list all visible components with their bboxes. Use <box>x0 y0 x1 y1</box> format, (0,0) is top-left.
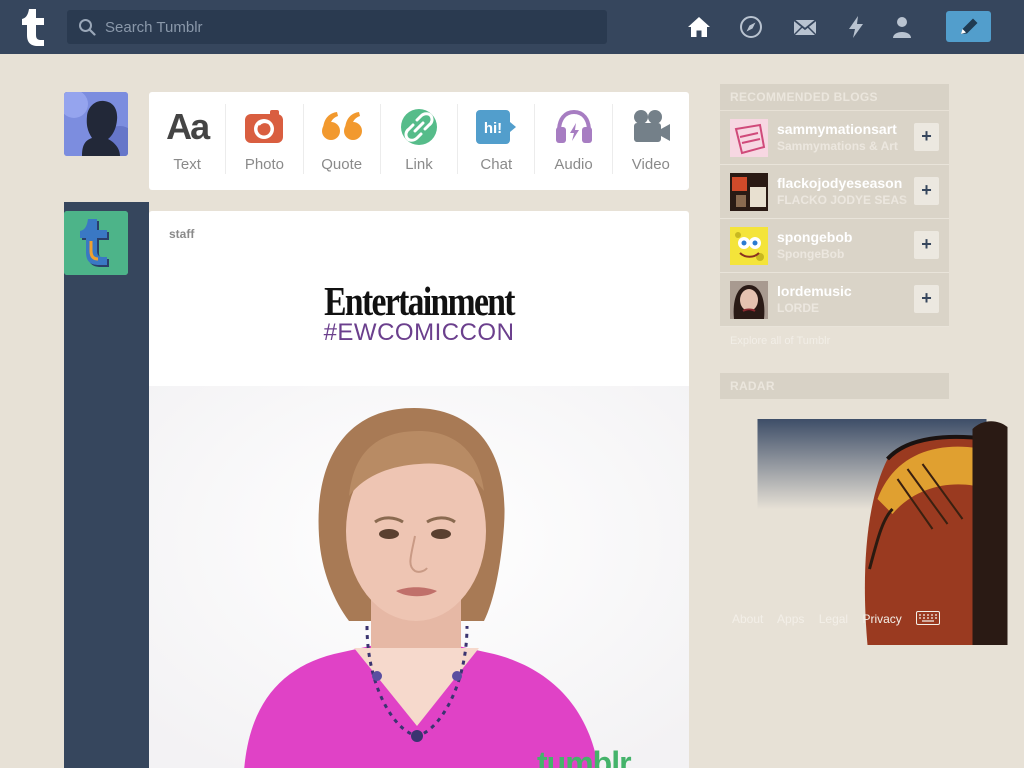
post-type-label: Photo <box>244 156 285 173</box>
top-navigation-bar <box>0 0 1024 54</box>
post-type-label: Video <box>631 156 670 173</box>
footer-link-legal[interactable]: Legal <box>819 612 848 626</box>
recommended-blogs-heading: RECOMMENDED BLOGS <box>720 84 949 110</box>
blog-avatar <box>730 119 768 157</box>
blog-name: flackojodyeseason <box>777 175 903 191</box>
recommended-blog-item[interactable]: sammymationsart Sammymations & Art + <box>720 111 949 165</box>
home-icon[interactable] <box>687 15 711 39</box>
link-icon <box>400 109 437 145</box>
account-person-icon[interactable] <box>890 15 914 39</box>
headphones-icon <box>555 109 592 143</box>
search-icon <box>79 19 96 36</box>
recommended-blog-item[interactable]: spongebob SpongeBob + <box>720 219 949 273</box>
compose-post-button[interactable] <box>946 11 991 42</box>
post-type-label: Quote <box>321 156 363 173</box>
tumblr-logo-icon[interactable] <box>17 7 49 47</box>
footer-links: About Apps Legal Privacy <box>732 612 913 626</box>
follow-button[interactable]: + <box>914 177 939 205</box>
blog-title: LORDE <box>777 301 819 315</box>
avatar-silhouette-icon <box>64 92 128 156</box>
post-type-label: Link <box>405 156 433 173</box>
post-type-photo[interactable]: Photo <box>226 104 304 174</box>
follow-button[interactable]: + <box>914 123 939 151</box>
post-type-audio[interactable]: Audio <box>535 104 613 174</box>
footer-link-apps[interactable]: Apps <box>777 612 804 626</box>
dashboard-post: staff Entertainment #EWCOMICCON tumblr <box>149 211 689 768</box>
explore-compass-icon[interactable] <box>739 15 763 39</box>
text-aa-icon: Aa <box>166 106 210 147</box>
post-type-selector: Aa Text Photo Quote Link hi! Chat Audio … <box>149 92 689 190</box>
footer-link-about[interactable]: About <box>732 612 763 626</box>
recommended-blog-item[interactable]: flackojodyeseason FLACKO JODYE SEASON + <box>720 165 949 219</box>
chat-bubble-icon: hi! <box>476 110 517 144</box>
blog-title: Sammymations & Art <box>777 139 898 153</box>
blog-name: lordemusic <box>777 283 852 299</box>
video-camera-icon <box>633 110 670 142</box>
recommended-blog-item[interactable]: lordemusic LORDE + <box>720 273 949 327</box>
blog-name: spongebob <box>777 229 853 245</box>
post-type-link[interactable]: Link <box>381 104 459 174</box>
pencil-icon <box>961 18 978 34</box>
post-type-label: Audio <box>554 156 593 173</box>
activity-lightning-icon[interactable] <box>844 15 868 39</box>
post-type-quote[interactable]: Quote <box>304 104 381 174</box>
explore-all-link[interactable]: Explore all of Tumblr <box>730 335 830 347</box>
footer-link-privacy[interactable]: Privacy <box>862 612 901 626</box>
follow-button[interactable]: + <box>914 285 939 313</box>
post-author-link[interactable]: staff <box>169 227 194 241</box>
blog-title: SpongeBob <box>777 247 845 261</box>
inbox-envelope-icon[interactable] <box>793 15 817 39</box>
chat-hi-glyph: hi! <box>484 120 502 137</box>
blog-title: FLACKO JODYE SEASON <box>777 193 907 207</box>
camera-icon <box>245 110 284 143</box>
keyboard-icon[interactable] <box>916 611 940 625</box>
blog-avatar <box>730 281 768 319</box>
blog-avatar <box>730 227 768 265</box>
post-type-text[interactable]: Aa Text <box>149 104 227 174</box>
blog-name: sammymationsart <box>777 121 897 137</box>
tumblr-staff-logo-icon <box>64 211 128 275</box>
recommended-blogs-list: sammymationsart Sammymations & Art + fla… <box>720 111 949 327</box>
ew-headline: Entertainment <box>324 278 515 324</box>
quote-icon <box>321 112 362 140</box>
user-avatar[interactable] <box>64 92 128 156</box>
search-input[interactable] <box>105 10 600 44</box>
staff-avatar[interactable] <box>64 211 128 275</box>
follow-button[interactable]: + <box>914 231 939 259</box>
post-type-chat[interactable]: hi! Chat <box>458 104 536 174</box>
radar-heading: RADAR <box>720 373 949 399</box>
blog-avatar <box>730 173 768 211</box>
post-type-video[interactable]: Video <box>613 104 689 174</box>
post-type-label: Chat <box>480 156 513 173</box>
search-box[interactable] <box>67 10 607 44</box>
ew-hashtag: #EWCOMICCON <box>323 319 515 346</box>
post-photo[interactable] <box>149 386 689 768</box>
post-type-label: Text <box>173 156 201 173</box>
tumblr-watermark: tumblr <box>537 745 632 768</box>
